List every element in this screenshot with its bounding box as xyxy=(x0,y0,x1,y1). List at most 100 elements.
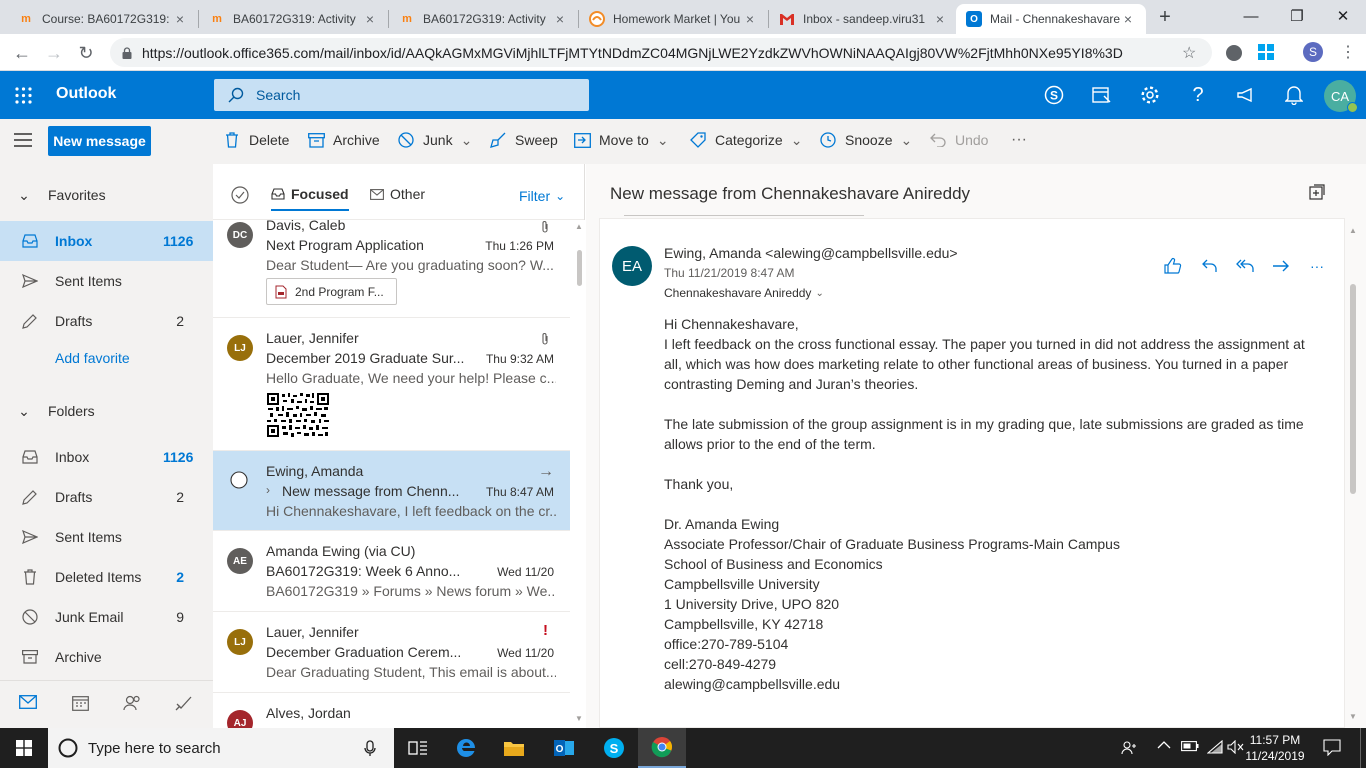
chevron-up-icon[interactable] xyxy=(1157,740,1171,750)
nav-folder-archive[interactable]: Archive xyxy=(0,637,213,677)
people-tray-icon[interactable] xyxy=(1121,740,1137,756)
close-tab-icon[interactable]: × xyxy=(742,11,758,27)
browser-tab-5[interactable]: Inbox - sandeep.viru31 × xyxy=(769,4,958,34)
feedback-megaphone-icon[interactable] xyxy=(1233,82,1259,108)
address-bar[interactable]: https://outlook.office365.com/mail/inbox… xyxy=(110,38,1212,67)
my-day-icon[interactable] xyxy=(1089,82,1115,108)
nav-favorite-inbox[interactable]: Inbox 1126 xyxy=(0,221,213,261)
close-tab-icon[interactable]: × xyxy=(172,11,188,27)
scroll-thumb[interactable] xyxy=(577,250,582,286)
undo-button[interactable]: Undo xyxy=(929,131,988,149)
edge-browser-icon[interactable] xyxy=(442,728,490,768)
snooze-button[interactable]: Snooze ⌄ xyxy=(819,131,912,149)
windows-start-icon[interactable] xyxy=(0,728,48,768)
reply-icon[interactable] xyxy=(1198,255,1220,277)
extension-icon[interactable] xyxy=(1226,45,1242,61)
recipient[interactable]: Chennakeshavare Anireddy ⌄ xyxy=(664,286,824,300)
message-list-scrollbar[interactable]: ▲ ▼ xyxy=(572,220,585,728)
forward-arrow-icon[interactable]: → xyxy=(538,463,554,481)
app-launcher-icon[interactable] xyxy=(15,87,32,104)
reading-pane-scrollbar[interactable]: ▲ ▼ xyxy=(1346,224,1360,724)
windows-extension-icon[interactable] xyxy=(1258,44,1274,60)
select-message-checkbox[interactable] xyxy=(230,471,248,489)
sender-avatar[interactable]: EA xyxy=(612,246,652,286)
file-explorer-icon[interactable] xyxy=(490,728,538,768)
chrome-app-icon[interactable] xyxy=(638,728,686,768)
favorites-header[interactable]: ⌄ Favorites xyxy=(0,175,213,215)
star-icon[interactable]: ☆ xyxy=(1182,43,1212,63)
sender-name-email[interactable]: Ewing, Amanda <alewing@campbellsville.ed… xyxy=(664,245,958,261)
nav-folder-deleted-items[interactable]: Deleted Items 2 xyxy=(0,557,213,597)
forward-icon[interactable] xyxy=(1270,255,1292,277)
system-clock[interactable]: 11:57 PM 11/24/2019 xyxy=(1240,732,1310,764)
filter-button[interactable]: Filter ⌄ xyxy=(519,188,565,204)
forward-arrow-icon[interactable]: → xyxy=(40,39,68,67)
open-in-new-window-icon[interactable] xyxy=(1309,184,1325,200)
junk-button[interactable]: Junk ⌄ xyxy=(397,131,472,149)
browser-tab-6-active[interactable]: O Mail - Chennakeshavare × xyxy=(956,4,1146,34)
close-tab-icon[interactable]: × xyxy=(362,11,378,27)
folders-header[interactable]: ⌄ Folders xyxy=(0,391,213,431)
nav-folder-inbox[interactable]: Inbox 1126 xyxy=(0,437,213,477)
tasks-check-icon[interactable] xyxy=(171,695,197,715)
nav-favorite-drafts[interactable]: Drafts 2 xyxy=(0,301,213,341)
show-desktop-button[interactable] xyxy=(1360,728,1366,768)
reply-all-icon[interactable] xyxy=(1234,255,1256,277)
browser-tab-3[interactable]: m BA60172G319: Activity × xyxy=(389,4,578,34)
message-row[interactable]: AE Amanda Ewing (via CU) BA60172G319: We… xyxy=(213,531,570,612)
taskbar-search-box[interactable]: Type here to search xyxy=(48,728,394,768)
select-all-checkbox[interactable] xyxy=(231,186,249,204)
browser-tab-4[interactable]: Homework Market | You × xyxy=(579,4,768,34)
nav-folder-sent-items[interactable]: Sent Items xyxy=(0,517,213,557)
chrome-menu-icon[interactable]: ⋮ xyxy=(1340,42,1356,62)
help-icon[interactable]: ? xyxy=(1185,82,1211,108)
browser-tab-1[interactable]: m Course: BA60172G319: × xyxy=(8,4,198,34)
close-tab-icon[interactable]: × xyxy=(932,11,948,27)
nav-favorite-sent-items[interactable]: Sent Items xyxy=(0,261,213,301)
microphone-icon[interactable] xyxy=(364,740,376,757)
delete-button[interactable]: Delete xyxy=(223,131,289,149)
hamburger-menu-icon[interactable] xyxy=(14,133,32,147)
back-arrow-icon[interactable]: ← xyxy=(8,39,36,67)
message-row[interactable]: LJ Lauer, Jennifer December 2019 Graduat… xyxy=(213,318,570,451)
action-center-icon[interactable] xyxy=(1323,738,1341,756)
archive-button[interactable]: Archive xyxy=(307,131,380,149)
maximize-button[interactable]: ❐ xyxy=(1274,0,1320,32)
tab-other[interactable]: Other xyxy=(370,186,425,202)
chevron-right-icon[interactable]: › xyxy=(266,483,270,497)
add-favorite-link[interactable]: Add favorite xyxy=(55,350,130,366)
move-to-button[interactable]: Move to ⌄ xyxy=(573,131,669,149)
battery-icon[interactable] xyxy=(1181,740,1199,752)
skype-icon[interactable]: S xyxy=(1041,82,1067,108)
new-message-button[interactable]: New message xyxy=(48,126,151,156)
scroll-thumb[interactable] xyxy=(1350,284,1356,494)
message-row[interactable]: AJ Alves, Jordan xyxy=(213,693,570,728)
people-icon[interactable] xyxy=(119,695,145,715)
scroll-down-arrow-icon[interactable]: ▼ xyxy=(1349,712,1357,721)
like-thumbs-up-icon[interactable] xyxy=(1162,255,1184,277)
outlook-app-icon[interactable]: O xyxy=(540,728,588,768)
sweep-button[interactable]: Sweep xyxy=(489,131,558,149)
user-avatar[interactable]: CA xyxy=(1324,80,1358,113)
new-tab-button[interactable]: + xyxy=(1154,6,1176,28)
close-tab-icon[interactable]: × xyxy=(1120,11,1136,27)
message-row[interactable]: LJ Lauer, Jennifer ! December Graduation… xyxy=(213,612,570,693)
close-tab-icon[interactable]: × xyxy=(552,11,568,27)
mail-icon[interactable] xyxy=(15,695,41,715)
search-input[interactable] xyxy=(256,87,556,103)
skype-app-icon[interactable]: S xyxy=(590,728,638,768)
scroll-up-arrow-icon[interactable]: ▲ xyxy=(1349,226,1357,235)
attachment-chip[interactable]: 2nd Program F... xyxy=(266,278,397,305)
settings-gear-icon[interactable] xyxy=(1137,82,1163,108)
nav-folder-drafts[interactable]: Drafts 2 xyxy=(0,477,213,517)
notification-bell-icon[interactable] xyxy=(1281,82,1307,108)
categorize-button[interactable]: Categorize ⌄ xyxy=(689,131,802,149)
nav-folder-junk-email[interactable]: Junk Email 9 xyxy=(0,597,213,637)
browser-tab-2[interactable]: m BA60172G319: Activity × xyxy=(199,4,388,34)
reload-icon[interactable]: ↻ xyxy=(72,39,100,67)
outlook-brand[interactable]: Outlook xyxy=(56,85,116,103)
calendar-icon[interactable] xyxy=(67,695,93,715)
qr-code-thumbnail[interactable] xyxy=(266,392,330,438)
scroll-up-arrow-icon[interactable]: ▲ xyxy=(575,222,583,231)
tab-focused[interactable]: Focused xyxy=(271,186,349,211)
